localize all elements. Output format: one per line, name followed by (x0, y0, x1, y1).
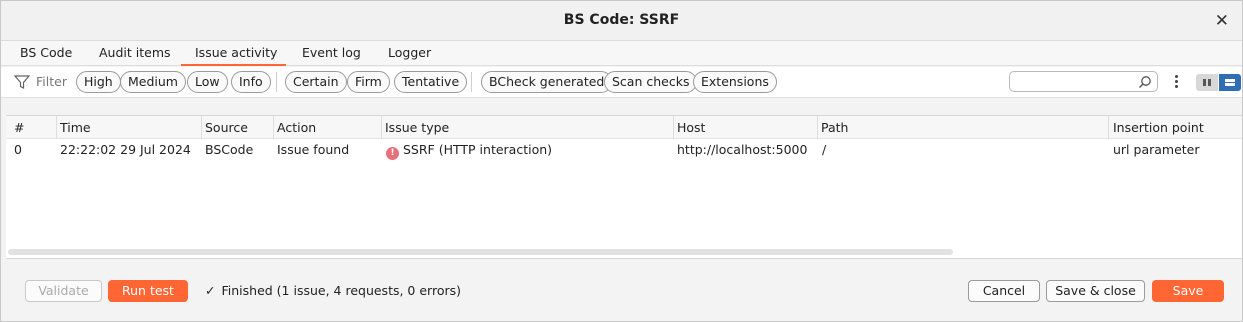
tab-issue-activity[interactable]: Issue activity (181, 45, 286, 66)
column-divider[interactable] (817, 116, 818, 139)
title-bar: BS Code: SSRF ✕ (1, 1, 1242, 41)
filter-medium-pill[interactable]: Medium (120, 71, 186, 93)
column-header-time[interactable]: Time (60, 120, 91, 135)
issue-type-label: SSRF (HTTP interaction) (403, 142, 553, 157)
filter-divider (471, 72, 472, 92)
bs-code-dialog: BS Code: SSRF ✕ BS Code Audit items Issu… (0, 0, 1243, 322)
horizontal-scrollbar[interactable] (8, 249, 953, 255)
filter-divider (276, 72, 277, 92)
search-input[interactable] (1009, 71, 1158, 92)
filter-label: Filter (36, 74, 67, 89)
column-divider[interactable] (381, 116, 382, 139)
cell-source: BSCode (205, 142, 254, 157)
cell-host: http://localhost:5000 (677, 142, 808, 157)
save-close-button[interactable]: Save & close (1046, 280, 1145, 302)
filter-tentative-pill[interactable]: Tentative (394, 71, 468, 93)
run-test-button[interactable]: Run test (108, 280, 188, 302)
cell-insertion-point: url parameter (1113, 142, 1200, 157)
search-icon (1139, 76, 1151, 88)
column-header-action[interactable]: Action (277, 120, 316, 135)
save-button[interactable]: Save (1152, 280, 1224, 302)
filter-scan-checks-pill[interactable]: Scan checks (604, 71, 698, 93)
status-message: ✓ Finished (1 issue, 4 requests, 0 errors… (205, 283, 461, 298)
tab-bar: BS Code Audit items Issue activity Event… (1, 41, 1242, 66)
filter-low-pill[interactable]: Low (187, 71, 228, 93)
column-divider[interactable] (1108, 116, 1109, 139)
tab-audit-items[interactable]: Audit items (97, 45, 173, 65)
column-divider[interactable] (201, 116, 202, 139)
cell-action: Issue found (277, 142, 350, 157)
column-header-insertion-point[interactable]: Insertion point (1113, 120, 1204, 135)
check-icon: ✓ (205, 283, 216, 298)
cell-issue-type: ! SSRF (HTTP interaction) (386, 142, 552, 160)
validate-button[interactable]: Validate (25, 280, 102, 302)
column-divider[interactable] (673, 116, 674, 139)
status-text: Finished (1 issue, 4 requests, 0 errors) (221, 283, 462, 298)
list-view-icon[interactable] (1219, 74, 1241, 91)
cancel-button[interactable]: Cancel (968, 280, 1040, 302)
filter-bcheck-generated-pill[interactable]: BCheck generated (481, 71, 613, 93)
high-severity-icon: ! (386, 147, 399, 160)
column-divider[interactable] (273, 116, 274, 139)
column-header-source[interactable]: Source (205, 120, 248, 135)
column-header-path[interactable]: Path (821, 120, 848, 135)
close-icon[interactable]: ✕ (1215, 11, 1229, 31)
filter-info-pill[interactable]: Info (231, 71, 271, 93)
dialog-footer: Validate Run test ✓ Finished (1 issue, 4 … (1, 259, 1242, 321)
filter-bar: Filter High Medium Low Info Certain Firm… (1, 67, 1242, 98)
filter-extensions-pill[interactable]: Extensions (693, 71, 777, 93)
column-header-number[interactable]: # (14, 120, 24, 135)
more-options-icon[interactable] (1171, 73, 1181, 91)
cell-path: / (822, 142, 827, 157)
view-toggle (1196, 74, 1242, 91)
column-header-issue-type[interactable]: Issue type (385, 120, 449, 135)
column-divider[interactable] (56, 116, 57, 139)
column-header-host[interactable]: Host (677, 120, 705, 135)
tab-event-log[interactable]: Event log (300, 45, 363, 65)
filter-high-pill[interactable]: High (76, 71, 121, 93)
issue-activity-table: # Time Source Action Issue type Host Pat… (6, 115, 1242, 259)
cell-time: 22:22:02 29 Jul 2024 (60, 142, 191, 157)
funnel-icon[interactable] (14, 74, 30, 90)
tab-bs-code[interactable]: BS Code (18, 45, 74, 65)
split-view-icon[interactable] (1196, 74, 1218, 91)
filter-certain-pill[interactable]: Certain (285, 71, 347, 93)
window-title: BS Code: SSRF (563, 12, 680, 28)
filter-firm-pill[interactable]: Firm (347, 71, 390, 93)
table-header: # Time Source Action Issue type Host Pat… (6, 116, 1242, 139)
table-row[interactable]: 0 22:22:02 29 Jul 2024 BSCode Issue foun… (6, 139, 1242, 161)
cell-number: 0 (14, 142, 22, 157)
tab-logger[interactable]: Logger (386, 45, 433, 65)
